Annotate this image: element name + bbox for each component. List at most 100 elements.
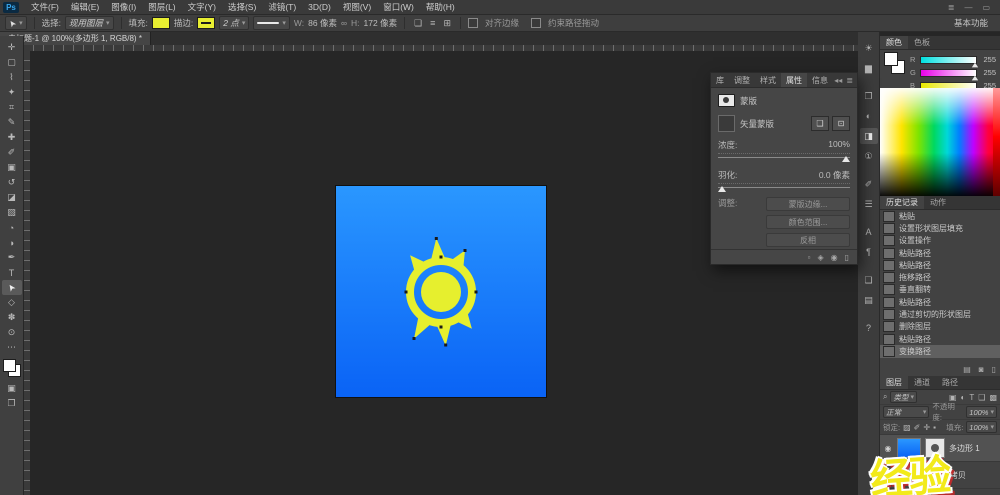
collapse-panel-icon[interactable]: ◂◂	[834, 76, 842, 85]
menu-item-file[interactable]: 文件(F)	[25, 1, 65, 13]
menu-item-view[interactable]: 视图(V)	[337, 1, 377, 13]
app-menu-icon[interactable]: ≣	[948, 3, 955, 12]
menu-item-help[interactable]: 帮助(H)	[420, 1, 461, 13]
color-spectrum-picker[interactable]	[880, 88, 1000, 196]
lock-position-icon[interactable]: ✛	[923, 423, 930, 432]
history-item[interactable]: 删除图层	[880, 321, 1000, 333]
quick-mask-mode-button[interactable]: ▣	[2, 381, 22, 396]
red-slider-handle[interactable]	[972, 62, 978, 67]
brush-presets-panel-icon[interactable]: ☰	[860, 196, 878, 212]
invert-button[interactable]: 反相	[766, 233, 850, 247]
adjustments-panel-icon[interactable]: ☀	[860, 40, 878, 56]
new-document-from-state-icon[interactable]: ▤	[963, 365, 971, 374]
move-tool[interactable]: ✛	[2, 40, 22, 55]
menu-item-window[interactable]: 窗口(W)	[377, 1, 420, 13]
red-value[interactable]: 255	[980, 55, 996, 64]
apply-mask-icon[interactable]: ◈	[817, 253, 823, 262]
delete-mask-trash-icon[interactable]: ▯	[845, 253, 849, 262]
brush-panel-icon[interactable]: ✐	[860, 176, 878, 192]
feather-slider[interactable]	[718, 184, 850, 192]
eraser-tool[interactable]: ◪	[2, 190, 22, 205]
history-item[interactable]: 粘贴路径	[880, 333, 1000, 345]
tool-preset-dropdown[interactable]: ➤ ▾	[5, 16, 27, 30]
help-panel-icon[interactable]: ?	[860, 320, 878, 336]
pen-tool[interactable]: ✒	[2, 250, 22, 265]
history-item[interactable]: 垂直翻转	[880, 284, 1000, 296]
panel-menu-icon[interactable]: ≣	[846, 76, 853, 85]
marquee-tool[interactable]: ▢	[2, 55, 22, 70]
load-selection-icon[interactable]: ▫	[808, 253, 811, 262]
history-item[interactable]: 粘贴路径	[880, 296, 1000, 308]
dodge-tool[interactable]: ◑	[2, 235, 22, 250]
mask-visibility-eye-icon[interactable]: ◉	[831, 253, 838, 262]
path-selection-tool[interactable]: ➤	[2, 280, 22, 295]
layer-name[interactable]: 多边形 1	[949, 443, 980, 454]
green-value[interactable]: 255	[980, 68, 996, 77]
history-item[interactable]: 拖移路径	[880, 271, 1000, 283]
filter-shape-layers-icon[interactable]: ❑	[978, 393, 985, 402]
info-panel-icon[interactable]: ①	[860, 148, 878, 164]
layer-comps-panel-icon[interactable]: ❑	[860, 272, 878, 288]
opacity-dropdown[interactable]: 100%▾	[966, 406, 997, 418]
select-mode-dropdown[interactable]: 现用图层 ▾	[65, 16, 114, 30]
filter-type-layers-icon[interactable]: T	[969, 393, 974, 402]
menu-item-filter[interactable]: 滤镜(T)	[262, 1, 302, 13]
minimize-icon[interactable]: —	[964, 3, 972, 12]
tab-paths[interactable]: 路径	[936, 376, 964, 389]
gradient-tool[interactable]: ▧	[2, 205, 22, 220]
mask-thumbnail[interactable]	[718, 115, 735, 132]
blend-mode-dropdown[interactable]: 正常▾	[883, 406, 929, 418]
tab-libraries[interactable]: 库	[711, 73, 729, 87]
channels-panel-icon[interactable]: ▤	[860, 292, 878, 308]
workspace-switcher[interactable]: 基本功能	[954, 17, 1000, 29]
fill-color-swatch[interactable]	[152, 17, 170, 29]
foreground-background-swatches[interactable]	[884, 52, 904, 74]
properties-panel-icon[interactable]: ◨	[860, 128, 878, 144]
shape-tool[interactable]: ◇	[2, 295, 22, 310]
screen-mode-button[interactable]: ❐	[2, 396, 22, 411]
brush-tool[interactable]: ✐	[2, 145, 22, 160]
stroke-width-dropdown[interactable]: 2 点 ▾	[219, 16, 249, 30]
lock-transparency-icon[interactable]: ▨	[903, 423, 911, 432]
filter-smart-objects-icon[interactable]: ▩	[989, 393, 997, 402]
link-dimensions-icon[interactable]: ∞	[341, 18, 347, 28]
fill-opacity-dropdown[interactable]: 100%▾	[966, 421, 997, 433]
character-panel-icon[interactable]: A	[860, 224, 878, 240]
tab-styles[interactable]: 样式	[755, 73, 781, 87]
blur-tool[interactable]: ◔	[2, 220, 22, 235]
history-item[interactable]: 设置形状图层填充	[880, 222, 1000, 234]
layer-filter-dropdown[interactable]: 类型▾	[890, 391, 917, 403]
hand-tool[interactable]: ✽	[2, 310, 22, 325]
tab-color[interactable]: 颜色	[880, 36, 908, 49]
healing-brush-tool[interactable]: ✚	[2, 130, 22, 145]
density-slider-handle[interactable]	[842, 156, 850, 162]
path-operations-icon[interactable]: ❏	[412, 18, 424, 29]
paragraph-panel-icon[interactable]: ¶	[860, 244, 878, 260]
crop-tool[interactable]: ⌗	[2, 100, 22, 115]
clone-source-panel-icon[interactable]: ❐	[860, 88, 878, 104]
menu-item-select[interactable]: 选择(S)	[222, 1, 262, 13]
feather-slider-handle[interactable]	[718, 186, 726, 192]
tab-channels[interactable]: 通道	[908, 376, 936, 389]
green-slider[interactable]	[920, 69, 977, 77]
width-field[interactable]: 86 像素	[308, 17, 337, 29]
constrain-path-checkbox[interactable]	[531, 18, 541, 28]
tab-properties[interactable]: 属性	[781, 73, 807, 87]
navigator-panel-icon[interactable]: ◐	[860, 108, 878, 124]
canvas-artwork[interactable]	[336, 186, 546, 397]
stroke-type-dropdown[interactable]: ▾	[253, 16, 290, 30]
density-value[interactable]: 100%	[828, 139, 850, 151]
stroke-color-swatch[interactable]	[197, 17, 215, 29]
foreground-color-swatch[interactable]	[3, 359, 16, 372]
add-vector-mask-button[interactable]: ⊡	[832, 116, 850, 131]
color-spectrum-red-bar[interactable]	[993, 88, 1000, 196]
clone-stamp-tool[interactable]: ▣	[2, 160, 22, 175]
tab-actions[interactable]: 动作	[924, 196, 952, 209]
tab-layers[interactable]: 图层	[880, 376, 908, 389]
red-slider[interactable]	[920, 56, 977, 64]
tab-adjustments[interactable]: 调整	[729, 73, 755, 87]
green-slider-handle[interactable]	[972, 75, 978, 80]
history-item[interactable]: 粘贴路径	[880, 247, 1000, 259]
menu-item-image[interactable]: 图像(I)	[105, 1, 142, 13]
lasso-tool[interactable]: ⌇	[2, 70, 22, 85]
